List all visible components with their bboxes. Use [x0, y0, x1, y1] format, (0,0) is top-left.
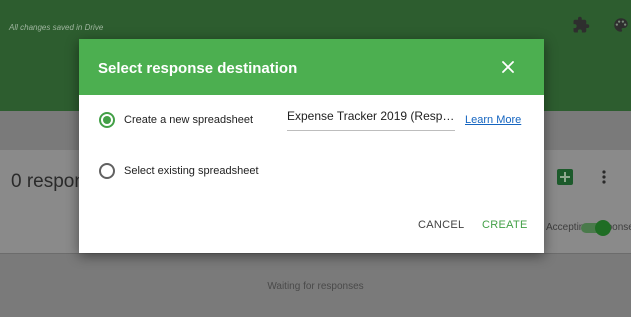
close-icon[interactable]: [500, 59, 516, 75]
dialog-header: Select response destination: [79, 39, 544, 95]
radio-existing-spreadsheet[interactable]: [99, 163, 115, 179]
waiting-text: Waiting for responses: [267, 281, 364, 292]
response-destination-dialog: Select response destination Create a new…: [79, 39, 544, 253]
more-vert-icon[interactable]: [598, 168, 610, 186]
spreadsheet-name-field[interactable]: Expense Tracker 2019 (Responses): [287, 109, 455, 131]
divider: [0, 253, 631, 254]
toggle-thumb: [595, 220, 611, 236]
option-new-spreadsheet[interactable]: Create a new spreadsheet Expense Tracker…: [79, 109, 544, 133]
option-existing-spreadsheet[interactable]: Select existing spreadsheet: [79, 160, 544, 184]
learn-more-link[interactable]: Learn More: [465, 114, 521, 126]
dialog-title: Select response destination: [98, 60, 298, 77]
dialog-actions: CANCEL CREATE: [79, 217, 544, 237]
create-button[interactable]: CREATE: [482, 219, 528, 231]
puzzle-icon[interactable]: [572, 16, 590, 34]
option-new-label[interactable]: Create a new spreadsheet: [124, 114, 253, 126]
spreadsheet-icon[interactable]: [557, 169, 573, 185]
save-status: All changes saved in Drive: [9, 23, 104, 32]
cancel-button[interactable]: CANCEL: [418, 219, 464, 231]
option-existing-label[interactable]: Select existing spreadsheet: [124, 165, 259, 177]
accepting-responses-toggle[interactable]: [581, 220, 611, 236]
radio-new-spreadsheet[interactable]: [99, 112, 115, 128]
palette-icon[interactable]: [612, 16, 630, 34]
